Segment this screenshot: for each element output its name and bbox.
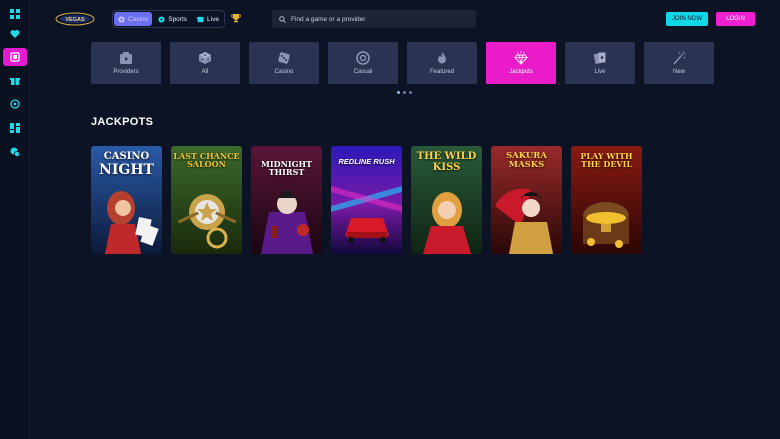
- gift-icon: [10, 78, 20, 85]
- mode-casino-button[interactable]: Casino: [114, 12, 153, 26]
- category-label: New: [672, 69, 685, 75]
- mode-switch: Casino Sports Live: [112, 10, 225, 28]
- search-bar[interactable]: [272, 10, 476, 28]
- sidebar-item-home[interactable]: [3, 5, 27, 23]
- game-title: MIDNIGHT THIRST: [261, 159, 312, 178]
- mode-casino-label: Casino: [128, 15, 149, 23]
- category-label: Featured: [429, 69, 454, 75]
- vegas-logo[interactable]: VEGAS: [55, 12, 95, 26]
- game-tile[interactable]: REDLINE RUSH: [331, 146, 402, 254]
- game-tile[interactable]: LAST CHANCE SALOON: [171, 146, 242, 254]
- play-box-icon: [120, 52, 132, 64]
- login-button[interactable]: LOGIN: [716, 12, 755, 26]
- category-label: Live: [594, 69, 606, 75]
- firework-icon: [673, 51, 686, 65]
- category-live[interactable]: Live: [565, 42, 635, 84]
- category-casual[interactable]: Casual: [328, 42, 398, 84]
- category-label: All: [201, 69, 209, 75]
- game-title: REDLINE RUSH: [338, 157, 395, 166]
- sidebar-item-promotions[interactable]: [3, 72, 27, 90]
- flame-icon: [438, 52, 446, 64]
- carousel-dot[interactable]: [403, 91, 406, 94]
- category-featured[interactable]: Featured: [407, 42, 477, 84]
- sidebar-item-global[interactable]: [3, 95, 27, 113]
- category-providers[interactable]: Providers: [91, 42, 161, 84]
- grid-icon: [10, 9, 20, 19]
- game-tile[interactable]: MIDNIGHT THIRST: [251, 146, 322, 254]
- svg-text:VEGAS: VEGAS: [65, 17, 85, 23]
- category-label: Casual: [353, 69, 373, 75]
- sidebar: [0, 0, 30, 439]
- mode-sports-label: Sports: [168, 15, 188, 23]
- game-title: LAST CHANCE SALOON: [173, 151, 240, 170]
- game-title: CASINO NIGHT: [99, 151, 154, 178]
- sidebar-item-support[interactable]: [3, 143, 27, 161]
- chip-icon: [356, 51, 370, 65]
- category-all[interactable]: All: [170, 42, 240, 84]
- dice-single-icon: [278, 52, 290, 64]
- casino-chip-icon: [118, 15, 125, 23]
- sidebar-item-dashboard[interactable]: [3, 119, 27, 137]
- section-title: JACKPOTS: [91, 116, 154, 128]
- live-cards-icon: [197, 16, 204, 22]
- join-now-button[interactable]: JOIN NOW: [666, 12, 708, 26]
- heart-icon: [10, 30, 20, 38]
- globe-icon: [10, 99, 20, 109]
- mode-live-button[interactable]: Live: [193, 12, 223, 26]
- search-input[interactable]: [291, 15, 461, 23]
- game-tile[interactable]: CASINO NIGHT: [91, 146, 162, 254]
- category-jackpots[interactable]: Jackpots: [486, 42, 556, 84]
- diamond-icon: [514, 51, 528, 65]
- casino-icon: [10, 52, 20, 62]
- category-casino[interactable]: Casino: [249, 42, 319, 84]
- category-new[interactable]: New: [644, 42, 714, 84]
- mode-live-label: Live: [207, 15, 219, 23]
- carousel-dot[interactable]: [397, 91, 400, 94]
- category-label: Providers: [113, 69, 139, 75]
- search-icon: [279, 15, 286, 23]
- carousel-dots: [397, 91, 412, 94]
- game-title: PLAY WITH THE DEVIL: [580, 151, 633, 170]
- game-tile[interactable]: SAKURA MASKS: [491, 146, 562, 254]
- category-label: Casino: [274, 69, 294, 75]
- game-title: THE WILD KISS: [416, 151, 477, 173]
- game-tile[interactable]: THE WILD KISS: [411, 146, 482, 254]
- mode-sports-button[interactable]: Sports: [154, 12, 191, 26]
- dice-icon: [199, 52, 211, 64]
- game-title: SAKURA MASKS: [506, 151, 547, 170]
- dashboard-icon: [10, 123, 20, 133]
- category-label: Jackpots: [509, 69, 533, 75]
- carousel-dot[interactable]: [409, 91, 412, 94]
- chat-icon: [10, 147, 20, 157]
- trophy-icon[interactable]: [231, 13, 241, 23]
- soccer-ball-icon: [158, 15, 165, 23]
- cards-icon: [593, 52, 606, 64]
- game-tile[interactable]: PLAY WITH THE DEVIL: [571, 146, 642, 254]
- sidebar-item-casino[interactable]: [3, 48, 27, 66]
- jackpot-games-grid: CASINO NIGHT LAST CHANCE SALOON MIDNIGHT TH…: [91, 146, 642, 254]
- sidebar-item-favorites[interactable]: [3, 25, 27, 43]
- category-bar: Providers All Casino Casual Featured Jac…: [91, 42, 714, 84]
